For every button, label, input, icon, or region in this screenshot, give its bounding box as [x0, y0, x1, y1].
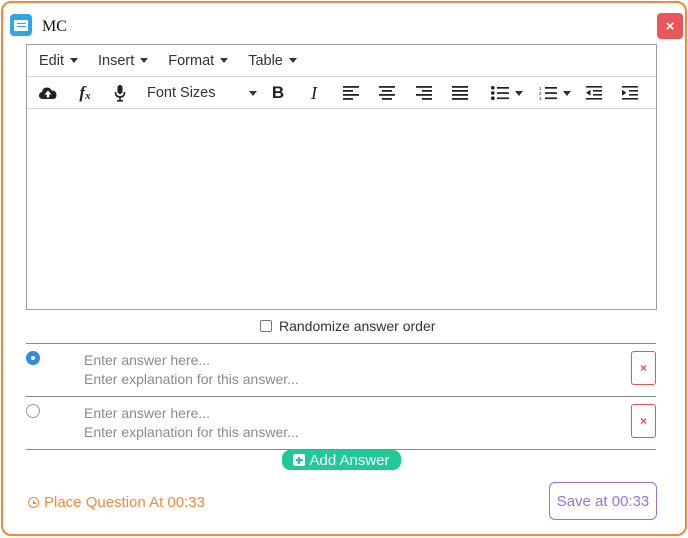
add-answer-button[interactable]: Add Answer [282, 450, 401, 470]
delete-answer-button[interactable]: × [631, 351, 656, 385]
menu-edit[interactable]: Edit [39, 53, 78, 69]
randomize-checkbox[interactable] [260, 320, 272, 332]
chevron-down-icon [140, 58, 149, 63]
chevron-down-icon [249, 91, 257, 96]
chevron-down-icon [288, 58, 297, 63]
upload-icon[interactable] [39, 83, 57, 103]
formula-icon[interactable]: fx [75, 83, 95, 103]
font-sizes-label: Font Sizes [147, 85, 216, 101]
align-center-icon[interactable] [379, 83, 395, 103]
chevron-down-icon [515, 90, 523, 96]
outdent-icon[interactable] [586, 83, 602, 103]
bullet-list-icon[interactable] [489, 83, 525, 103]
delete-answer-button[interactable]: × [631, 404, 656, 438]
align-right-icon[interactable] [416, 83, 432, 103]
menu-table-label: Table [248, 52, 283, 69]
italic-icon[interactable]: I [306, 83, 322, 103]
randomize-label: Randomize answer order [279, 318, 436, 334]
indent-icon[interactable] [622, 83, 638, 103]
explanation-input[interactable]: Enter explanation for this answer... [84, 371, 299, 387]
plus-icon [293, 454, 306, 466]
clock-icon [28, 497, 39, 508]
add-answer-label: Add Answer [309, 451, 390, 469]
close-button[interactable]: × [657, 13, 683, 39]
align-left-icon[interactable] [343, 83, 359, 103]
answer-correct-radio[interactable] [26, 351, 40, 365]
menu-insert[interactable]: Insert [98, 52, 149, 69]
explanation-input[interactable]: Enter explanation for this answer... [84, 424, 299, 440]
font-sizes-select[interactable]: Font Sizes [147, 82, 257, 104]
randomize-toggle[interactable]: Randomize answer order [260, 318, 435, 334]
place-question-label: Place Question At 00:33 [44, 494, 205, 511]
svg-text:3: 3 [539, 96, 542, 100]
microphone-icon[interactable] [113, 83, 127, 103]
place-question-link[interactable]: Place Question At 00:33 [28, 494, 205, 511]
chevron-down-icon [70, 58, 78, 63]
answer-correct-radio[interactable] [26, 404, 40, 418]
divider [26, 396, 656, 397]
answer-input[interactable]: Enter answer here... [84, 405, 210, 421]
editor-menubar: Edit Insert Format Table [27, 45, 656, 77]
editor-content-area[interactable] [27, 109, 656, 309]
list-icon [10, 14, 32, 36]
align-justify-icon[interactable] [452, 83, 468, 103]
save-button[interactable]: Save at 00:33 [549, 482, 657, 520]
divider [26, 343, 656, 344]
menu-format[interactable]: Format [168, 52, 229, 69]
chevron-down-icon [220, 58, 229, 63]
menu-format-label: Format [168, 52, 215, 69]
editor-toolbar: fx Font Sizes B I 123 [27, 77, 656, 109]
bold-icon[interactable]: B [270, 83, 286, 103]
menu-table[interactable]: Table [248, 53, 297, 69]
rich-text-editor: Edit Insert Format Table fx Font Sizes B… [26, 44, 657, 310]
chevron-down-icon [563, 90, 571, 96]
dialog-title: MC [42, 18, 67, 35]
menu-insert-label: Insert [98, 52, 135, 69]
menu-edit-label: Edit [39, 52, 64, 69]
numbered-list-icon[interactable]: 123 [537, 83, 573, 103]
answer-input[interactable]: Enter answer here... [84, 352, 210, 368]
